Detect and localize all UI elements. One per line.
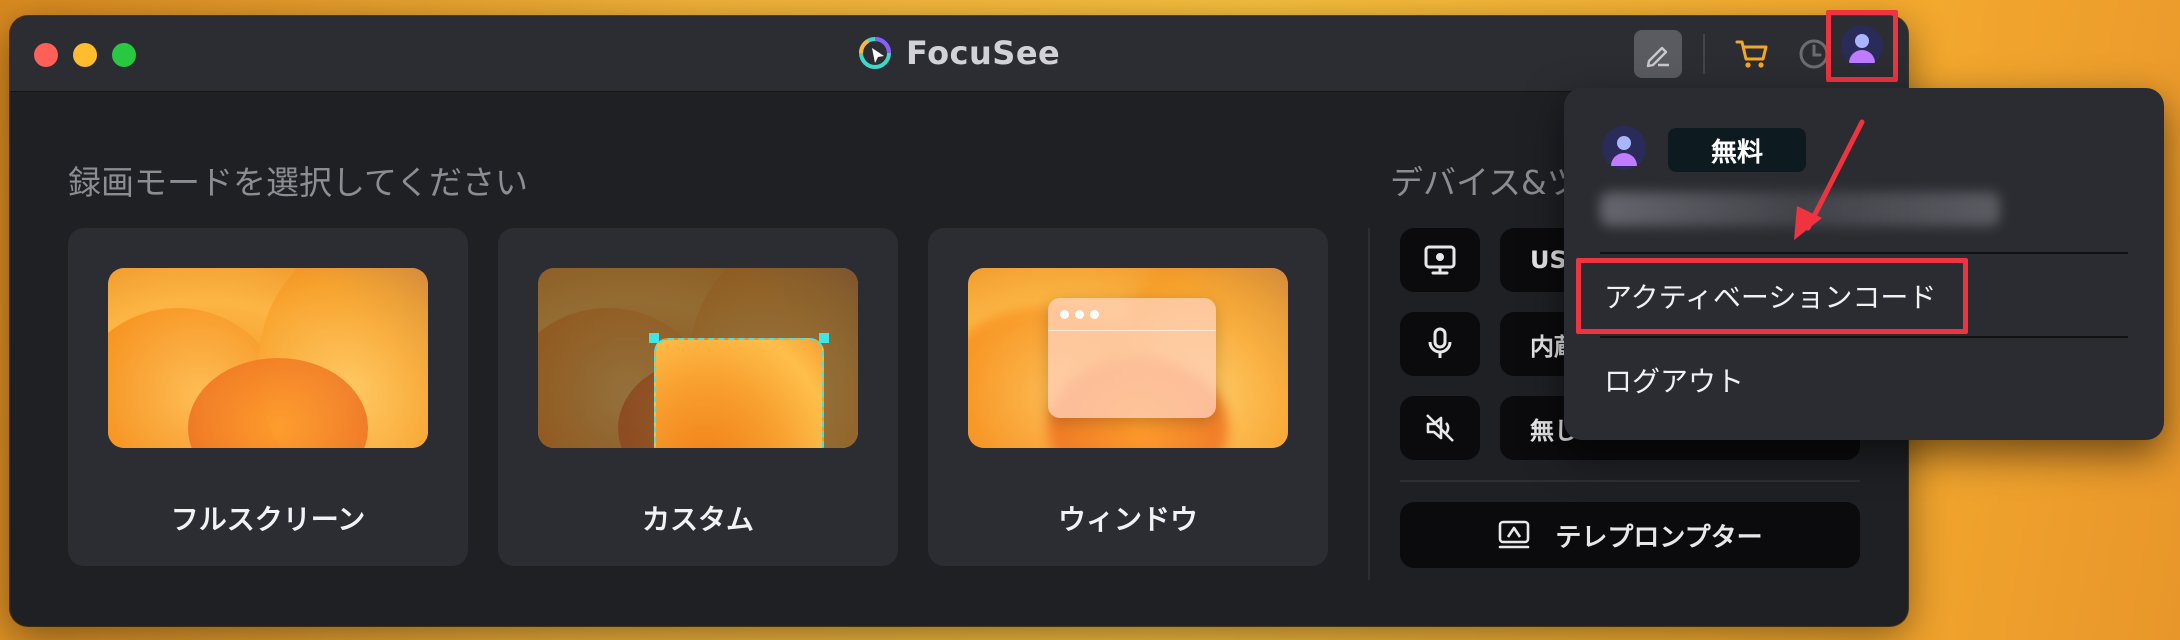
annotation-arrow — [1794, 119, 1865, 240]
